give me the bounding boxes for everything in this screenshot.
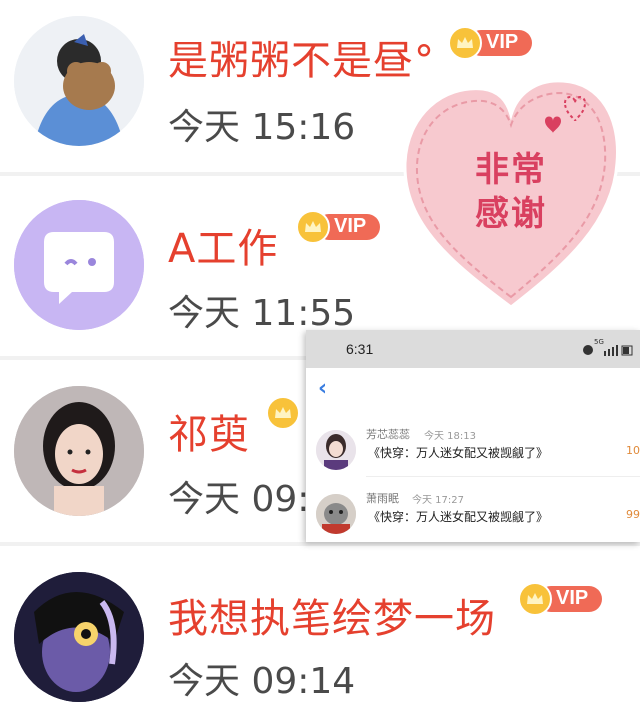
crown-icon <box>266 396 300 430</box>
avatar[interactable] <box>14 386 144 516</box>
heart-text-line2: 感谢 <box>475 194 547 234</box>
avatar[interactable] <box>14 572 144 702</box>
sender-time: 今天 18:13 <box>424 431 476 442</box>
avatar[interactable] <box>14 16 144 146</box>
contact-name: 我想执笔绘梦一场 <box>168 596 496 642</box>
crown-icon <box>296 210 330 244</box>
list-item[interactable]: 萧雨眠 今天 17:27 《快穿：万人迷女配又被觊觎了》 99 <box>306 490 640 554</box>
status-icons: 5G <box>582 338 634 356</box>
avatar <box>316 430 356 470</box>
sender-name: 芳芯蕊蕊 <box>366 428 410 441</box>
book-title: 《快穿：万人迷女配又被觊觎了》 <box>368 446 549 460</box>
message-time: 今天 09:14 <box>168 661 356 702</box>
vip-label: VIP <box>556 587 589 609</box>
vip-label: VIP <box>334 215 367 237</box>
back-arrow-icon[interactable]: ‹ <box>318 376 327 401</box>
contact-name: A工作 <box>168 226 279 272</box>
crown-icon <box>518 582 552 616</box>
gift-amount: 99 <box>626 508 640 521</box>
contact-name: 祁萸 <box>168 412 250 458</box>
message-time: 今天 15:16 <box>168 107 356 148</box>
sender-name: 萧雨眠 <box>366 492 399 505</box>
sender-time: 今天 17:27 <box>412 495 464 506</box>
network-label: 5G <box>594 338 604 346</box>
status-time: 6:31 <box>346 341 374 357</box>
thank-you-heart-sticker: 非常 感谢 <box>395 75 627 315</box>
vip-badge: VIP <box>448 26 532 60</box>
vip-badge: VIP <box>296 210 380 244</box>
crown-badge <box>266 396 302 430</box>
vip-badge: VIP <box>518 582 602 616</box>
divider <box>366 476 640 477</box>
message-row[interactable]: 我想执笔绘梦一场 VIP 今天 09:14 <box>0 546 640 726</box>
inset-screenshot: 6:31 5G ‹ 芳芯蕊蕊 今天 18:13 《快穿：万人迷女配又被觊觎了》 … <box>306 330 640 542</box>
avatar <box>316 494 356 534</box>
message-time: 今天 11:55 <box>168 293 356 334</box>
list-item[interactable]: 芳芯蕊蕊 今天 18:13 《快穿：万人迷女配又被觊觎了》 10 <box>306 426 640 490</box>
status-bar: 6:31 5G <box>306 330 640 368</box>
heart-text-line1: 非常 <box>475 150 547 190</box>
avatar[interactable] <box>14 200 144 330</box>
crown-icon <box>448 26 482 60</box>
gift-amount: 10 <box>626 444 640 457</box>
vip-label: VIP <box>486 31 519 53</box>
book-title: 《快穿：万人迷女配又被觊觎了》 <box>368 510 549 524</box>
